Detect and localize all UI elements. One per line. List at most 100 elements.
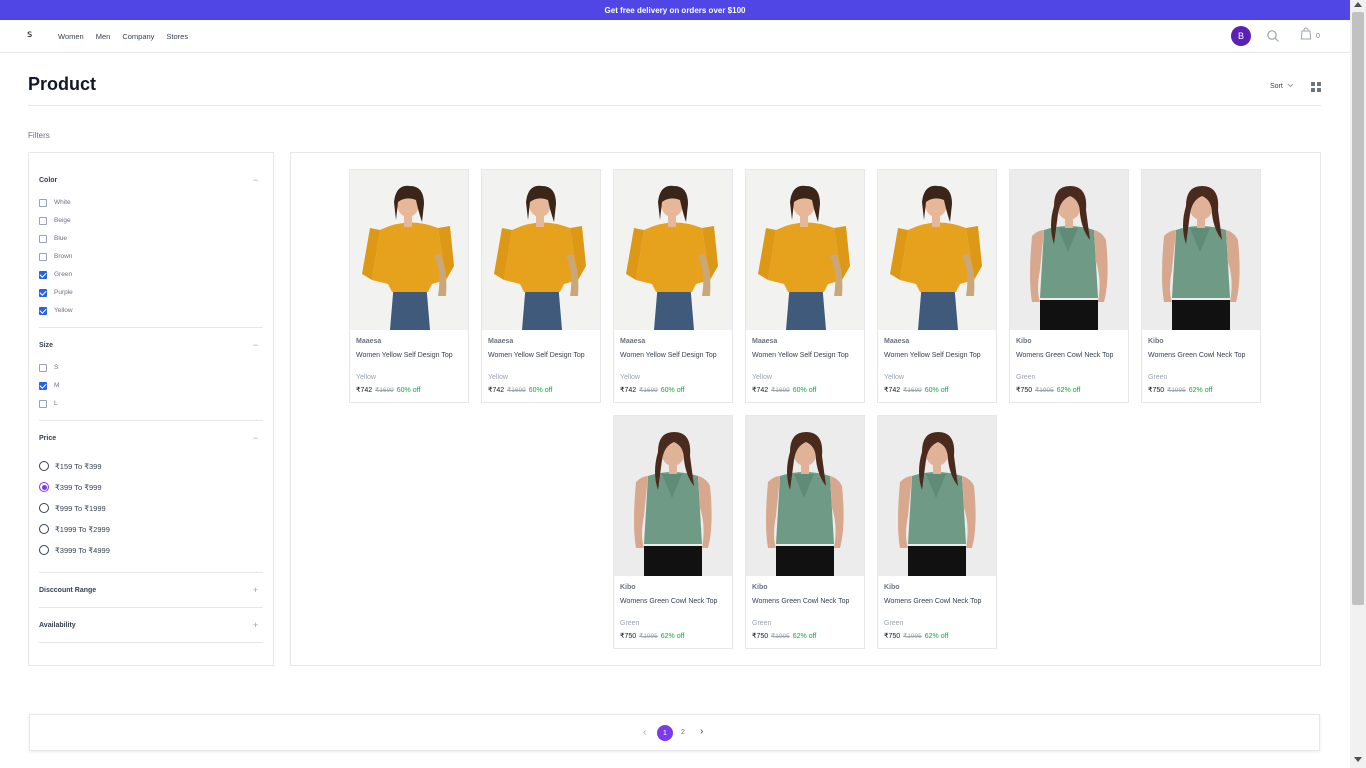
- product-image[interactable]: [614, 416, 732, 576]
- product-name[interactable]: Women Yellow Self Design Top: [488, 350, 598, 362]
- plus-icon[interactable]: +: [253, 586, 258, 595]
- product-card[interactable]: Kibo Womens Green Cowl Neck Top Green ₹750 ₹…: [1009, 169, 1129, 403]
- size-checkbox[interactable]: [39, 363, 47, 372]
- product-name[interactable]: Womens Green Cowl Neck Top: [1016, 350, 1126, 362]
- minus-icon[interactable]: −: [253, 341, 258, 350]
- product-color: Yellow: [356, 374, 376, 381]
- product-price-row: ₹750 ₹1995 62% off: [620, 632, 684, 640]
- product-name[interactable]: Womens Green Cowl Neck Top: [752, 596, 862, 608]
- price-option-159-399[interactable]: ₹159 To ₹399: [39, 461, 102, 471]
- price-option-399-999[interactable]: ₹399 To ₹999: [39, 482, 102, 492]
- product-image[interactable]: [482, 170, 600, 330]
- product-card[interactable]: Kibo Womens Green Cowl Neck Top Green ₹750 ₹…: [1141, 169, 1261, 403]
- logo[interactable]: ꜱ: [27, 29, 32, 40]
- product-card[interactable]: Maaesa Women Yellow Self Design Top Yellow…: [481, 169, 601, 403]
- product-name[interactable]: Womens Green Cowl Neck Top: [1148, 350, 1258, 362]
- product-name[interactable]: Womens Green Cowl Neck Top: [884, 596, 994, 608]
- product-price-row: ₹742 ₹1699 60% off: [752, 386, 816, 394]
- product-name[interactable]: Women Yellow Self Design Top: [752, 350, 862, 362]
- product-name[interactable]: Womens Green Cowl Neck Top: [620, 596, 730, 608]
- product-mrp: ₹1699: [375, 387, 394, 394]
- minus-icon[interactable]: −: [253, 434, 258, 443]
- price-radio[interactable]: [39, 545, 49, 555]
- size-option-s[interactable]: S: [39, 363, 58, 372]
- product-image[interactable]: [878, 170, 996, 330]
- nav-link-company[interactable]: Company: [122, 32, 154, 41]
- product-card[interactable]: Maaesa Women Yellow Self Design Top Yellow…: [877, 169, 997, 403]
- product-card[interactable]: Maaesa Women Yellow Self Design Top Yellow…: [349, 169, 469, 403]
- pagination-page-current[interactable]: 1: [657, 725, 673, 741]
- color-checkbox[interactable]: [39, 270, 47, 279]
- price-option-1999-2999[interactable]: ₹1999 To ₹2999: [39, 524, 110, 534]
- product-image[interactable]: [1010, 170, 1128, 330]
- size-checkbox[interactable]: [39, 399, 47, 408]
- product-card[interactable]: Maaesa Women Yellow Self Design Top Yellow…: [745, 169, 865, 403]
- scroll-up-arrow[interactable]: [1354, 2, 1362, 7]
- search-icon[interactable]: [1266, 29, 1280, 43]
- price-radio[interactable]: [39, 503, 49, 513]
- page-scrollbar[interactable]: [1350, 0, 1366, 768]
- scroll-down-arrow[interactable]: [1354, 757, 1362, 762]
- price-radio[interactable]: [39, 524, 49, 534]
- size-option-m[interactable]: M: [39, 381, 59, 390]
- color-option-yellow[interactable]: Yellow: [39, 306, 73, 315]
- discount-filter-title[interactable]: Disccount Range: [39, 587, 96, 594]
- product-image[interactable]: [1142, 170, 1260, 330]
- product-image[interactable]: [614, 170, 732, 330]
- pagination-prev[interactable]: ‹: [643, 727, 646, 738]
- size-checkbox[interactable]: [39, 381, 47, 390]
- price-option-3999-4999[interactable]: ₹3999 To ₹4999: [39, 545, 110, 555]
- price-filter-title[interactable]: Price: [39, 435, 56, 442]
- color-option-blue[interactable]: Blue: [39, 234, 67, 243]
- product-name[interactable]: Women Yellow Self Design Top: [620, 350, 730, 362]
- size-filter-title[interactable]: Size: [39, 342, 53, 349]
- product-image[interactable]: [746, 170, 864, 330]
- price-radio[interactable]: [39, 482, 49, 492]
- color-option-white[interactable]: White: [39, 198, 71, 207]
- product-image[interactable]: [878, 416, 996, 576]
- product-mrp: ₹1699: [903, 387, 922, 394]
- availability-filter-title[interactable]: Availability: [39, 622, 76, 629]
- pagination-page-2[interactable]: 2: [681, 729, 685, 736]
- nav-link-women[interactable]: Women: [58, 32, 84, 41]
- color-checkbox[interactable]: [39, 252, 47, 261]
- product-image[interactable]: [350, 170, 468, 330]
- product-price: ₹750: [1016, 387, 1033, 394]
- product-price-row: ₹742 ₹1699 60% off: [884, 386, 948, 394]
- pagination-next[interactable]: ›: [700, 726, 703, 737]
- color-filter-title[interactable]: Color: [39, 177, 57, 184]
- product-card[interactable]: Kibo Womens Green Cowl Neck Top Green ₹750 ₹…: [613, 415, 733, 649]
- nav-link-men[interactable]: Men: [96, 32, 111, 41]
- color-checkbox[interactable]: [39, 216, 47, 225]
- product-color: Yellow: [488, 374, 508, 381]
- price-radio[interactable]: [39, 461, 49, 471]
- size-option-l[interactable]: L: [39, 399, 58, 408]
- color-checkbox[interactable]: [39, 198, 47, 207]
- product-card[interactable]: Kibo Womens Green Cowl Neck Top Green ₹750 ₹…: [877, 415, 997, 649]
- color-option-green[interactable]: Green: [39, 270, 72, 279]
- product-color: Green: [1016, 374, 1036, 381]
- product-brand: Maaesa: [620, 338, 646, 345]
- product-card[interactable]: Maaesa Women Yellow Self Design Top Yellow…: [613, 169, 733, 403]
- product-card[interactable]: Kibo Womens Green Cowl Neck Top Green ₹750 ₹…: [745, 415, 865, 649]
- grid-view-icon[interactable]: [1311, 82, 1321, 92]
- color-checkbox[interactable]: [39, 306, 47, 315]
- color-option-purple[interactable]: Purple: [39, 288, 73, 297]
- color-checkbox[interactable]: [39, 288, 47, 297]
- product-name[interactable]: Women Yellow Self Design Top: [884, 350, 994, 362]
- avatar[interactable]: B: [1231, 26, 1251, 46]
- product-image[interactable]: [746, 416, 864, 576]
- nav-link-stores[interactable]: Stores: [166, 32, 188, 41]
- product-discount: 60% off: [792, 387, 817, 394]
- product-brand: Kibo: [1016, 338, 1032, 345]
- cart-button[interactable]: 0: [1300, 27, 1320, 43]
- color-option-beige[interactable]: Beige: [39, 216, 71, 225]
- price-option-999-1999[interactable]: ₹999 To ₹1999: [39, 503, 106, 513]
- product-name[interactable]: Women Yellow Self Design Top: [356, 350, 466, 362]
- sort-button[interactable]: Sort: [1270, 83, 1294, 90]
- scroll-thumb[interactable]: [1352, 12, 1364, 605]
- plus-icon[interactable]: +: [253, 621, 258, 630]
- minus-icon[interactable]: −: [253, 176, 258, 185]
- color-checkbox[interactable]: [39, 234, 47, 243]
- color-option-brown[interactable]: Brown: [39, 252, 72, 261]
